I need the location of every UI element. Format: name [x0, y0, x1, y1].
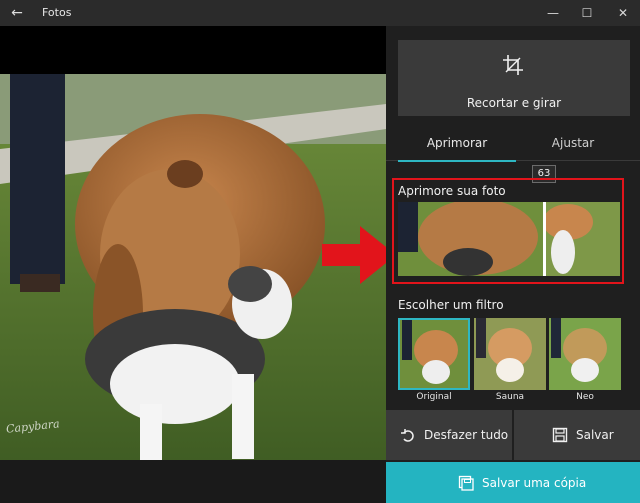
- filter-original[interactable]: [398, 318, 470, 390]
- save-icon: [552, 427, 568, 443]
- back-arrow-icon[interactable]: ←: [8, 4, 26, 22]
- highlight-box: [392, 178, 624, 284]
- undo-all-label: Desfazer tudo: [424, 428, 509, 442]
- save-label: Salvar: [576, 428, 614, 442]
- title-bar: ← Fotos — ☐ ✕: [0, 0, 640, 26]
- crop-rotate-button[interactable]: Recortar e girar: [398, 40, 630, 116]
- tab-enhance[interactable]: Aprimorar: [398, 134, 516, 160]
- close-icon[interactable]: ✕: [606, 0, 640, 26]
- save-copy-label: Salvar uma cópia: [482, 476, 587, 490]
- crop-icon: [503, 55, 523, 75]
- undo-all-button[interactable]: Desfazer tudo: [386, 410, 512, 460]
- minimize-icon[interactable]: —: [536, 0, 570, 26]
- filter-label: Original: [416, 392, 452, 402]
- filter-sauna[interactable]: [474, 318, 546, 390]
- maximize-icon[interactable]: ☐: [570, 0, 604, 26]
- filter-neo[interactable]: [549, 318, 621, 390]
- app-title: Fotos: [42, 6, 72, 19]
- filter-sauna-thumb: [474, 318, 546, 390]
- filter-label: Neo: [576, 392, 594, 402]
- save-copy-button[interactable]: Salvar uma cópia: [386, 462, 640, 503]
- filter-title: Escolher um filtro: [398, 298, 504, 312]
- save-button[interactable]: Salvar: [514, 410, 640, 460]
- filter-label: Sauna: [495, 392, 525, 402]
- filter-original-thumb: [400, 320, 468, 388]
- save-copy-icon: [458, 475, 474, 491]
- crop-rotate-label: Recortar e girar: [466, 96, 562, 110]
- filter-neo-thumb: [549, 318, 621, 390]
- bottom-strip: [0, 460, 386, 503]
- tab-adjust[interactable]: Ajustar: [516, 134, 630, 160]
- undo-icon: [401, 429, 414, 442]
- red-arrow-icon: [322, 226, 396, 284]
- photo-canvas: Capybara: [0, 26, 396, 484]
- active-tab-indicator: [398, 160, 516, 162]
